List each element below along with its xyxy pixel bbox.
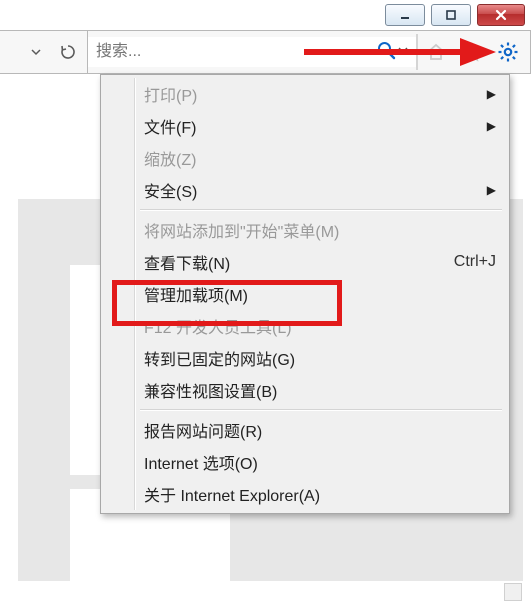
search-dropdown-icon[interactable] [398, 40, 408, 64]
submenu-arrow-icon: ▶ [487, 119, 496, 133]
menu-item-report-problem[interactable]: 报告网站问题(R) [104, 414, 506, 446]
recent-dropdown-button[interactable] [23, 39, 49, 65]
scroll-corner[interactable] [504, 583, 522, 601]
menu-item-label: 查看下载(N) [144, 250, 230, 274]
search-input[interactable] [88, 37, 416, 67]
menu-item-f12-tools[interactable]: F12 开发人员工具(L) [104, 310, 506, 342]
search-icon[interactable] [376, 40, 396, 64]
menu-item-label: 文件(F) [144, 114, 196, 138]
menu-item-label: 关于 Internet Explorer(A) [144, 482, 320, 506]
menu-item-label: 管理加载项(M) [144, 282, 248, 306]
menu-item-label: 报告网站问题(R) [144, 418, 262, 442]
menu-item-label: 转到已固定的网站(G) [144, 346, 295, 370]
maximize-button[interactable] [431, 4, 471, 26]
close-button[interactable] [477, 4, 525, 26]
menu-item-zoom[interactable]: 缩放(Z) [104, 142, 506, 174]
menu-item-compat-view[interactable]: 兼容性视图设置(B) [104, 374, 506, 406]
menu-item-label: F12 开发人员工具(L) [144, 314, 292, 338]
menu-item-label: 缩放(Z) [144, 146, 196, 170]
refresh-button[interactable] [55, 39, 81, 65]
menu-item-label: 安全(S) [144, 178, 197, 202]
minimize-button[interactable] [385, 4, 425, 26]
toolbar [0, 30, 531, 74]
menu-item-internet-options[interactable]: Internet 选项(O) [104, 446, 506, 478]
menu-item-pinned-sites[interactable]: 转到已固定的网站(G) [104, 342, 506, 374]
menu-item-manage-addons[interactable]: 管理加载项(M) [104, 278, 506, 310]
submenu-arrow-icon: ▶ [487, 87, 496, 101]
home-icon[interactable] [424, 40, 448, 64]
menu-item-view-downloads[interactable]: 查看下载(N) Ctrl+J [104, 246, 506, 278]
menu-item-shortcut: Ctrl+J [454, 253, 496, 271]
menu-item-label: 将网站添加到"开始"菜单(M) [144, 218, 339, 242]
menu-item-label: 打印(P) [144, 82, 197, 106]
menu-item-safety[interactable]: 安全(S) ▶ [104, 174, 506, 206]
tools-gear-icon[interactable] [496, 40, 520, 64]
menu-item-print[interactable]: 打印(P) ▶ [104, 78, 506, 110]
submenu-arrow-icon: ▶ [487, 183, 496, 197]
menu-separator [140, 209, 502, 211]
menu-item-about-ie[interactable]: 关于 Internet Explorer(A) [104, 478, 506, 510]
favorites-icon[interactable] [460, 40, 484, 64]
tools-menu: 打印(P) ▶ 文件(F) ▶ 缩放(Z) 安全(S) ▶ 将网站添加到"开始"… [100, 74, 510, 514]
menu-item-add-to-start[interactable]: 将网站添加到"开始"菜单(M) [104, 214, 506, 246]
menu-item-label: Internet 选项(O) [144, 450, 258, 474]
menu-item-label: 兼容性视图设置(B) [144, 378, 277, 402]
menu-item-file[interactable]: 文件(F) ▶ [104, 110, 506, 142]
menu-separator [140, 409, 502, 411]
